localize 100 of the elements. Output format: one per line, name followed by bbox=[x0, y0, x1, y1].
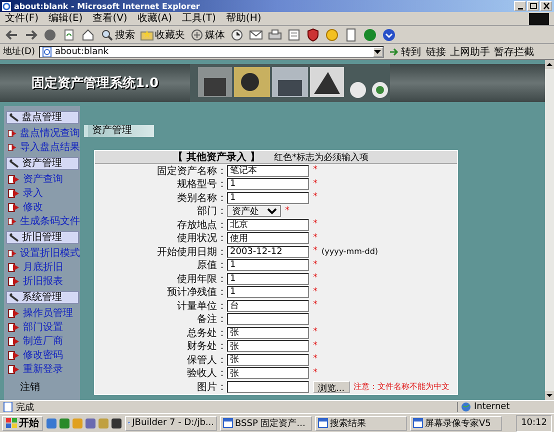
input-field[interactable]: 张 bbox=[227, 354, 309, 366]
maximize-button[interactable] bbox=[527, 1, 539, 11]
file-path-field[interactable] bbox=[227, 380, 309, 393]
media-button[interactable]: 媒体 bbox=[189, 27, 226, 42]
status-text: 完成 bbox=[16, 402, 34, 414]
field-label: 预计净残值： bbox=[166, 286, 227, 300]
input-field[interactable]: 1 bbox=[227, 192, 309, 204]
shield-icon[interactable] bbox=[306, 28, 320, 42]
field-label: 总务处： bbox=[186, 326, 227, 340]
input-field[interactable]: 张 bbox=[227, 340, 309, 352]
scrollbar[interactable] bbox=[545, 60, 554, 400]
back-icon[interactable] bbox=[5, 28, 19, 42]
windows-flag-icon bbox=[6, 418, 17, 428]
sidebar-link[interactable]: 制造厂商 bbox=[23, 334, 63, 348]
required-mark: * bbox=[313, 234, 318, 243]
caret-icon bbox=[374, 50, 382, 54]
sidebar-link[interactable]: 修改密码 bbox=[23, 348, 63, 362]
input-field[interactable] bbox=[227, 313, 309, 326]
input-field[interactable]: 1 bbox=[227, 259, 309, 272]
forward-icon[interactable] bbox=[24, 28, 38, 42]
toolbar-link[interactable]: 暂存拦截 bbox=[494, 44, 534, 58]
input-field[interactable]: 1 bbox=[227, 286, 309, 298]
sidebar-link[interactable]: 录入 bbox=[23, 186, 43, 200]
toolbar-link[interactable]: 上网助手 bbox=[450, 44, 490, 58]
sidebar-link[interactable]: 设置折旧模式 bbox=[20, 246, 80, 260]
taskbar-button[interactable]: BSSP 固定资产... bbox=[220, 416, 312, 430]
launcher-icon[interactable] bbox=[111, 418, 122, 428]
scroll-up-icon[interactable] bbox=[545, 60, 554, 69]
required-mark: * bbox=[313, 328, 318, 338]
sidebar-link[interactable]: 生成条码文件 bbox=[20, 214, 80, 228]
sidebar-link[interactable]: 资产查询 bbox=[23, 172, 63, 186]
sidebar-link[interactable]: 导入盘点结果 bbox=[20, 140, 80, 154]
menu-item[interactable]: 帮助(H) bbox=[226, 12, 262, 24]
menu-item[interactable]: 查看(V) bbox=[92, 12, 128, 24]
minimize-button[interactable] bbox=[514, 1, 526, 11]
input-field[interactable]: 1 bbox=[227, 272, 309, 285]
input-field[interactable]: 使用 bbox=[227, 232, 309, 244]
door-arrow-icon bbox=[8, 262, 20, 272]
menu-item[interactable]: 收藏(A) bbox=[137, 12, 172, 24]
door-arrow-icon bbox=[8, 216, 17, 226]
sidebar-link[interactable]: 部门设置 bbox=[23, 320, 63, 334]
required-mark: * bbox=[313, 166, 318, 176]
links-button[interactable]: 链接 bbox=[426, 44, 446, 58]
required-mark: * bbox=[285, 206, 290, 216]
sidebar-link[interactable]: 折旧报表 bbox=[23, 274, 63, 288]
required-mark: * bbox=[313, 193, 318, 202]
required-mark: * bbox=[313, 260, 318, 270]
menu-item[interactable]: 工具(T) bbox=[182, 12, 216, 24]
taskbar-button[interactable]: JBuilder 7 - D:/jb... bbox=[125, 416, 217, 430]
go-button[interactable]: 转到 bbox=[388, 44, 422, 58]
input-field[interactable]: 北京 bbox=[227, 218, 309, 231]
window-title: about:blank - Microsoft Internet Explorer bbox=[14, 2, 201, 10]
field-label: 存放地点： bbox=[176, 218, 227, 232]
field-label: 财务处： bbox=[186, 340, 227, 354]
browse-button[interactable]: 浏览... bbox=[313, 380, 350, 393]
door-arrow-icon bbox=[8, 128, 17, 138]
address-label: 地址(D) bbox=[3, 46, 35, 58]
home-icon[interactable] bbox=[81, 28, 95, 42]
start-button[interactable]: 开始 bbox=[2, 416, 43, 430]
search-icon bbox=[100, 28, 114, 42]
input-field[interactable]: 笔记本 bbox=[227, 164, 309, 177]
mail-icon[interactable] bbox=[249, 28, 263, 42]
dropdown-button[interactable] bbox=[372, 46, 383, 56]
menu-item[interactable]: 文件(F) bbox=[5, 12, 39, 24]
scroll-down-icon[interactable] bbox=[545, 391, 554, 400]
input-field[interactable]: 2003-12-12 bbox=[227, 246, 309, 258]
search-button[interactable]: 搜索 bbox=[99, 27, 136, 42]
logout-link[interactable]: 注销 bbox=[4, 376, 80, 394]
department-select[interactable]: 资产处 bbox=[227, 205, 281, 218]
field-label: 部门： bbox=[196, 204, 227, 218]
sidebar-link[interactable]: 重新登录 bbox=[23, 362, 63, 376]
chevron-badge-icon[interactable] bbox=[382, 28, 396, 42]
input-field[interactable]: 张 bbox=[227, 367, 309, 380]
input-field[interactable]: 张 bbox=[227, 326, 309, 339]
taskbar-button[interactable]: 搜索结果 bbox=[315, 416, 407, 430]
sidebar-link[interactable]: 月底折旧 bbox=[23, 260, 63, 274]
print-icon[interactable] bbox=[268, 28, 282, 42]
door-arrow-icon bbox=[8, 350, 20, 360]
sidebar-link[interactable]: 操作员管理 bbox=[23, 306, 73, 320]
circle-icon[interactable] bbox=[363, 28, 377, 42]
app-title: 固定资产管理系统1.0 bbox=[30, 74, 160, 92]
menu-item[interactable]: 编辑(E) bbox=[48, 12, 83, 24]
sidebar-link[interactable]: 修改 bbox=[23, 200, 43, 214]
close-button[interactable] bbox=[540, 1, 552, 11]
refresh-icon[interactable] bbox=[62, 28, 76, 42]
folder-star-button[interactable]: 收藏夹 bbox=[139, 27, 186, 42]
input-field[interactable]: 1 bbox=[227, 178, 309, 190]
taskbar-button[interactable]: 屏幕录像专家V5 bbox=[410, 416, 502, 430]
field-label: 计量单位： bbox=[176, 300, 227, 313]
stop-icon[interactable] bbox=[43, 28, 57, 42]
door-arrow-icon bbox=[8, 248, 17, 258]
edit-icon[interactable] bbox=[287, 28, 301, 42]
address-field[interactable]: about:blank bbox=[38, 46, 384, 58]
history-icon[interactable] bbox=[230, 28, 244, 42]
field-label: 图片： bbox=[196, 380, 227, 394]
field-label: 开始使用日期： bbox=[156, 246, 227, 259]
sidebar-link[interactable]: 盘点情况查询 bbox=[20, 126, 80, 140]
input-field[interactable]: 台 bbox=[227, 300, 309, 312]
door-arrow-icon bbox=[8, 322, 20, 332]
page-icon[interactable] bbox=[344, 28, 358, 42]
